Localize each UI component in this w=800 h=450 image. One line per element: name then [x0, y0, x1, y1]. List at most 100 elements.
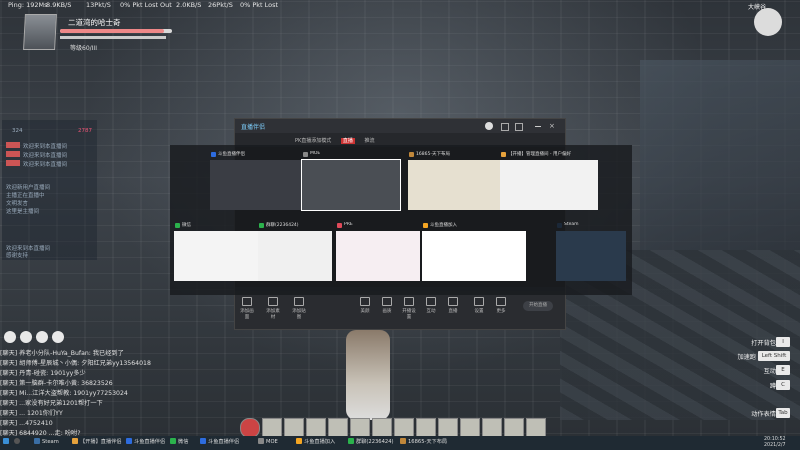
hotbar-slot[interactable]	[372, 418, 392, 438]
scene-icon	[242, 297, 252, 306]
window-thumb-steam[interactable]: Steam	[556, 222, 626, 282]
taskbar-clock[interactable]: 20:10:52 2021/2/7	[764, 437, 786, 449]
thumb-preview	[174, 231, 258, 281]
chat-line: [聊天] ... 1201你们YY	[0, 410, 63, 417]
app-icon	[170, 438, 176, 444]
minimize-icon[interactable]	[535, 126, 541, 127]
emoji-icon[interactable]	[20, 331, 32, 343]
quality-button[interactable]: 画质	[379, 297, 395, 314]
taskbar-item-join[interactable]: 斗鱼直播加入	[296, 438, 335, 445]
start-live-button[interactable]: 开始直播	[523, 301, 553, 311]
app-icon	[423, 223, 428, 228]
taskbar-item-douyu[interactable]: 斗鱼直播伴侣	[126, 438, 165, 445]
hotbar-slot[interactable]	[328, 418, 348, 438]
quality-icon	[382, 297, 392, 306]
chat-line: [聊天] 丹青-碰瓷: 1901yy多少	[0, 370, 86, 377]
taskbar-item-group[interactable]: 群聊(2236424)	[348, 438, 394, 445]
interact-button[interactable]: 互动	[423, 297, 439, 314]
channel-icon[interactable]	[36, 331, 48, 343]
add-scene-button[interactable]: 添加画面	[239, 297, 255, 320]
sticker-icon	[294, 297, 304, 306]
close-icon[interactable]: ×	[549, 122, 555, 130]
player-name: 二道湾的哈士奇	[68, 18, 121, 27]
settings-button[interactable]: 设置	[471, 297, 487, 314]
hotbar-slot[interactable]	[350, 418, 370, 438]
app-icon	[211, 152, 216, 157]
beauty-button[interactable]: 美颜	[357, 297, 373, 314]
hotbar-slot[interactable]	[482, 418, 502, 438]
health-bar-fill	[60, 29, 165, 33]
stream-app-toolbar: 添加画面 添加素材 添加贴图 美颜 画质 开播设置 互动 直播 设置 更多 开始…	[235, 291, 565, 329]
app-icon	[348, 438, 354, 444]
live-button[interactable]: 直播	[445, 297, 461, 314]
interact-icon	[426, 297, 436, 306]
hotbar-slot[interactable]	[306, 418, 326, 438]
window-thumb-16865[interactable]: 16865-天下布局	[408, 151, 506, 211]
taskbar-item-16865[interactable]: 16865-天下布局	[400, 438, 447, 445]
app-icon	[126, 438, 132, 444]
tab-live[interactable]: 直播	[340, 138, 355, 144]
join-line: 欢迎来到本直播间	[23, 144, 68, 150]
window-thumb-moe[interactable]: MOE	[301, 151, 401, 211]
thumb-preview	[336, 231, 420, 281]
app-icon	[501, 152, 506, 157]
chat-line: [聊天] Mi...江洋大盗帮教: 1901yy77253024	[0, 390, 128, 397]
settings-icon[interactable]	[501, 123, 509, 131]
app-icon	[557, 223, 562, 228]
tab-pk-mode[interactable]: PK直播添加模式	[295, 138, 331, 144]
window-thumb-group-chat[interactable]: 群聊(2236424)	[258, 222, 332, 282]
key-badge: I	[776, 337, 790, 347]
hotbar-slot[interactable]	[416, 418, 436, 438]
notification-icon[interactable]	[515, 123, 523, 131]
material-icon	[268, 297, 278, 306]
like-count: 2787	[78, 128, 92, 134]
app-icon	[259, 223, 264, 228]
app-icon	[409, 152, 414, 157]
notice-line: 这里是主播间	[6, 209, 40, 215]
hotbar-slot[interactable]	[504, 418, 524, 438]
stream-app-titlebar[interactable]: 直播伴侣 ×	[235, 119, 565, 133]
hotbar-slot[interactable]	[284, 418, 304, 438]
app-icon	[296, 438, 302, 444]
app-icon	[72, 438, 78, 444]
add-material-button[interactable]: 添加素材	[265, 297, 281, 320]
live-settings-button[interactable]: 开播设置	[401, 297, 417, 320]
window-thumb-pre[interactable]: PRE	[336, 222, 420, 282]
more-button[interactable]: 更多	[493, 297, 509, 314]
app-icon	[175, 223, 180, 228]
tab-push[interactable]: 推流	[365, 138, 375, 144]
hotbar-slot[interactable]	[526, 418, 546, 438]
taskbar-item-douyu-2[interactable]: 斗鱼直播伴侣	[200, 438, 239, 445]
notice-line: 主播正在直播中	[6, 193, 45, 199]
taskbar-item-wechat[interactable]: 微信	[170, 438, 188, 445]
hotbar-slot[interactable]	[394, 418, 414, 438]
settings-icon[interactable]	[52, 331, 64, 343]
taskbar-item-kaibo[interactable]: 【开播】直播伴侣	[72, 438, 122, 445]
join-list: 欢迎来到本直播间 欢迎来到本直播间 欢迎来到本直播间	[6, 142, 67, 169]
window-thumb-join[interactable]: 斗鱼直播加入	[422, 222, 526, 282]
add-sticker-button[interactable]: 添加贴图	[291, 297, 307, 320]
key-badge: E	[776, 365, 790, 375]
out-loss-text: 0% Pkt Lost	[240, 1, 279, 9]
player-level: 等级60/III	[70, 45, 97, 52]
window-thumb-wechat[interactable]: 微信	[174, 222, 258, 282]
taskbar-item-steam[interactable]: Steam	[34, 438, 59, 445]
key-badge: Tab	[776, 408, 790, 418]
hotbar-slot[interactable]	[262, 418, 282, 438]
viewer-count: 324	[12, 128, 23, 134]
taskbar-item-moe[interactable]: MOE	[258, 438, 278, 445]
live-icon	[448, 297, 458, 306]
search-icon[interactable]	[14, 438, 22, 445]
start-icon[interactable]	[3, 438, 11, 445]
mic-icon[interactable]	[4, 331, 16, 343]
window-thumb-kaibo[interactable]: 【开播】管理直播间 - 用户偏好	[500, 151, 598, 211]
window-thumb-douyu[interactable]: 斗鱼直播伴侣	[210, 151, 308, 211]
key-badge: Left Shift	[758, 351, 790, 361]
user-avatar-icon[interactable]	[485, 122, 493, 130]
stone-wall	[640, 60, 800, 260]
notice-list: 欢迎新用户直播间 主播正在直播中 文明发言 这里是主播间	[6, 184, 50, 216]
hotbar-slot[interactable]	[438, 418, 458, 438]
hotbar-slot[interactable]	[460, 418, 480, 438]
hotbar-slot-weapon[interactable]	[240, 418, 260, 438]
thumb-preview	[422, 231, 526, 281]
